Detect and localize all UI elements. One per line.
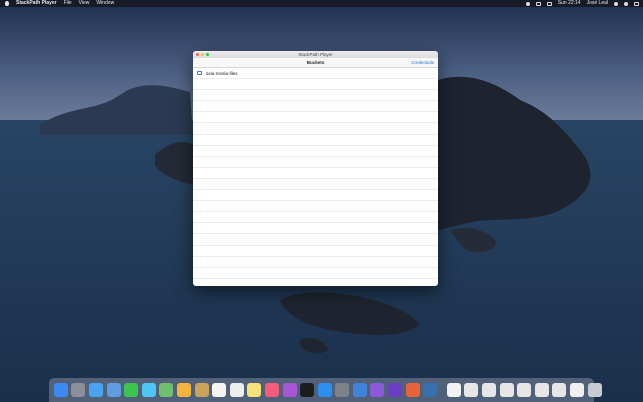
navigation-bar: Buckets Credentials bbox=[193, 58, 438, 68]
empty-row bbox=[193, 146, 438, 157]
search-icon[interactable] bbox=[614, 1, 618, 6]
apple-menu-icon[interactable] bbox=[5, 1, 9, 6]
empty-row bbox=[193, 201, 438, 213]
close-window-button[interactable] bbox=[196, 53, 199, 56]
file-icon[interactable] bbox=[570, 383, 585, 397]
music-icon[interactable] bbox=[264, 383, 279, 397]
window-thumbnail-icon[interactable] bbox=[464, 383, 479, 397]
empty-row bbox=[193, 246, 438, 257]
empty-row bbox=[193, 212, 438, 224]
empty-row bbox=[193, 112, 438, 124]
credentials-button[interactable]: Credentials bbox=[411, 58, 434, 67]
menu-view[interactable]: View bbox=[79, 0, 90, 7]
document-icon[interactable] bbox=[446, 383, 461, 397]
window-thumbnail-icon[interactable] bbox=[534, 383, 549, 397]
menu-window[interactable]: Window bbox=[96, 0, 114, 7]
empty-row bbox=[193, 268, 438, 279]
bucket-label: asia-media-files bbox=[206, 70, 238, 76]
empty-row bbox=[193, 135, 438, 146]
menu-user[interactable]: José Leal bbox=[587, 0, 608, 7]
chevron-right-icon: › bbox=[432, 70, 435, 76]
calendar-icon[interactable] bbox=[212, 383, 227, 397]
nav-title: Buckets bbox=[306, 60, 325, 65]
zoom-window-button[interactable] bbox=[206, 53, 209, 56]
window-thumbnail-icon[interactable] bbox=[517, 383, 532, 397]
window-titlebar[interactable]: StackPath Player bbox=[193, 51, 438, 58]
stickies-icon[interactable] bbox=[247, 383, 262, 397]
finder-icon[interactable] bbox=[53, 383, 68, 397]
empty-row bbox=[193, 79, 438, 91]
battery-icon[interactable] bbox=[546, 1, 552, 6]
minimize-window-button[interactable] bbox=[201, 53, 204, 56]
empty-row bbox=[193, 234, 438, 246]
window-thumbnail-icon[interactable] bbox=[482, 383, 497, 397]
photos-icon[interactable] bbox=[176, 383, 191, 397]
xcode-icon[interactable] bbox=[352, 383, 367, 397]
empty-row bbox=[193, 101, 438, 113]
menu-clock[interactable]: Sun 22:14 bbox=[558, 0, 581, 7]
safari-icon[interactable] bbox=[88, 383, 103, 397]
folder-icon bbox=[197, 71, 202, 76]
trash-icon[interactable] bbox=[587, 383, 602, 397]
siri-icon[interactable] bbox=[624, 1, 628, 6]
app-store-icon[interactable] bbox=[317, 383, 332, 397]
sourcetree-icon[interactable] bbox=[423, 383, 438, 397]
podcasts-icon[interactable] bbox=[282, 383, 297, 397]
empty-row bbox=[193, 157, 438, 168]
status-menu-icon[interactable] bbox=[525, 1, 530, 6]
visual-studio-icon[interactable] bbox=[370, 383, 385, 397]
maps-icon[interactable] bbox=[159, 383, 174, 397]
messages-icon[interactable] bbox=[141, 383, 156, 397]
empty-row bbox=[193, 168, 438, 179]
menu-file[interactable]: File bbox=[64, 0, 72, 7]
window-thumbnail-icon[interactable] bbox=[499, 383, 514, 397]
tools-icon[interactable] bbox=[405, 383, 420, 397]
empty-row bbox=[193, 190, 438, 202]
notes-icon[interactable] bbox=[194, 383, 209, 397]
empty-row bbox=[193, 179, 438, 191]
window-title: StackPath Player bbox=[298, 52, 333, 57]
empty-row bbox=[193, 257, 438, 268]
empty-row bbox=[193, 90, 438, 102]
app-window: StackPath Player Buckets Credentials asi… bbox=[193, 51, 438, 286]
control-center-icon[interactable] bbox=[634, 1, 639, 6]
visual-studio-code-icon[interactable] bbox=[388, 383, 403, 397]
system-preferences-icon[interactable] bbox=[335, 383, 350, 397]
menu-app-name[interactable]: StackPath Player bbox=[16, 0, 57, 7]
window-thumbnail-icon[interactable] bbox=[552, 383, 567, 397]
bucket-row[interactable]: asia-media-files › bbox=[193, 68, 438, 80]
tv-icon[interactable] bbox=[300, 383, 315, 397]
bucket-list: asia-media-files › bbox=[193, 68, 438, 286]
mail-icon[interactable] bbox=[106, 383, 121, 397]
dock bbox=[49, 378, 602, 402]
empty-row bbox=[193, 279, 438, 286]
empty-row bbox=[193, 223, 438, 235]
empty-row bbox=[193, 123, 438, 135]
reminders-icon[interactable] bbox=[229, 383, 244, 397]
menu-bar: StackPath Player File View Window Sun 22… bbox=[0, 0, 643, 7]
facetime-icon[interactable] bbox=[124, 383, 139, 397]
launchpad-icon[interactable] bbox=[71, 383, 86, 397]
display-icon[interactable] bbox=[535, 1, 541, 6]
